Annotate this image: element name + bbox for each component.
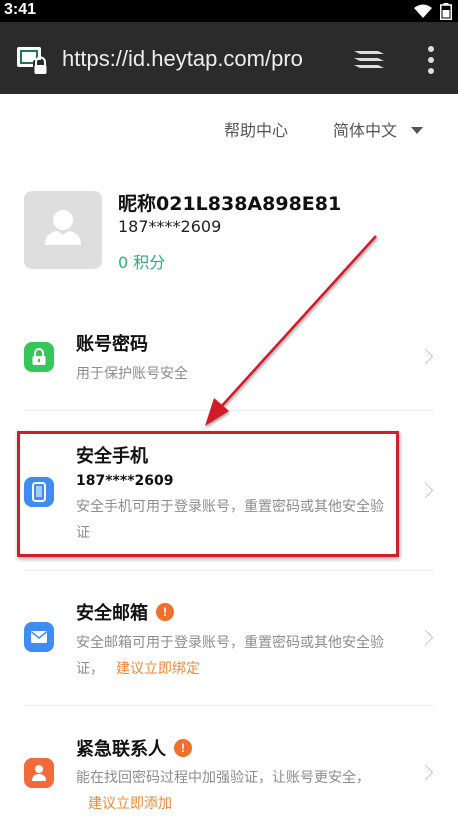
language-select[interactable]: 简体中文 <box>333 117 424 141</box>
user-placeholder-icon <box>45 210 81 245</box>
info-icon[interactable]: ! <box>156 603 174 621</box>
contact-icon <box>24 758 54 788</box>
chevron-right-icon <box>417 482 434 499</box>
browser-toolbar: https://id.heytap.com/pro <box>0 22 458 94</box>
tabs-icon[interactable] <box>352 48 386 72</box>
divider <box>24 705 434 706</box>
wifi-icon <box>414 4 432 18</box>
battery-icon <box>440 3 452 20</box>
add-contact-link[interactable]: 建议立即添加 <box>88 796 172 812</box>
row-description: 安全邮箱可用于登录账号，重置密码或其他安全验证， 建议立即绑定 <box>76 635 384 677</box>
profile-nickname: 昵称021L838A898E81 <box>118 193 342 215</box>
chevron-right-icon <box>417 629 434 646</box>
lock-icon <box>24 342 54 372</box>
divider <box>24 570 434 571</box>
row-title: 账号密码 <box>76 334 148 355</box>
mail-icon <box>24 622 54 652</box>
help-center-link[interactable]: 帮助中心 <box>224 117 288 141</box>
list-item-security-email[interactable]: 安全邮箱 ! 安全邮箱可用于登录账号，重置密码或其他安全验证， 建议立即绑定 <box>0 599 458 689</box>
info-icon[interactable]: ! <box>174 739 192 757</box>
chevron-right-icon <box>417 764 434 781</box>
divider <box>24 410 434 411</box>
status-bar: 3:41 <box>0 0 458 22</box>
language-label: 简体中文 <box>333 121 398 140</box>
row-description: 用于保护账号安全 <box>76 366 188 382</box>
profile-phone: 187****2609 <box>118 217 222 236</box>
avatar[interactable] <box>24 191 102 269</box>
overflow-menu-icon[interactable] <box>427 45 435 75</box>
row-title: 安全邮箱 ! <box>76 599 174 625</box>
row-description: 能在找回密码过程中加强验证，让账号更安全，建议立即添加 <box>76 770 370 812</box>
row-title: 紧急联系人 ! <box>76 735 192 761</box>
list-item-emergency-contact[interactable]: 紧急联系人 ! 能在找回密码过程中加强验证，让账号更安全，建议立即添加 <box>0 735 458 820</box>
site-security-icon[interactable] <box>16 46 50 78</box>
list-item-password[interactable]: 账号密码 用于保护账号安全 <box>0 330 458 410</box>
bind-email-link[interactable]: 建议立即绑定 <box>116 661 200 677</box>
top-links: 帮助中心 简体中文 <box>0 117 458 141</box>
url-field[interactable]: https://id.heytap.com/pro <box>62 46 324 74</box>
chevron-right-icon <box>417 348 434 365</box>
chevron-down-icon <box>411 126 424 134</box>
profile-points[interactable]: 0 积分 <box>118 249 165 273</box>
status-time: 3:41 <box>4 1 37 18</box>
annotation-highlight-box <box>17 431 399 557</box>
